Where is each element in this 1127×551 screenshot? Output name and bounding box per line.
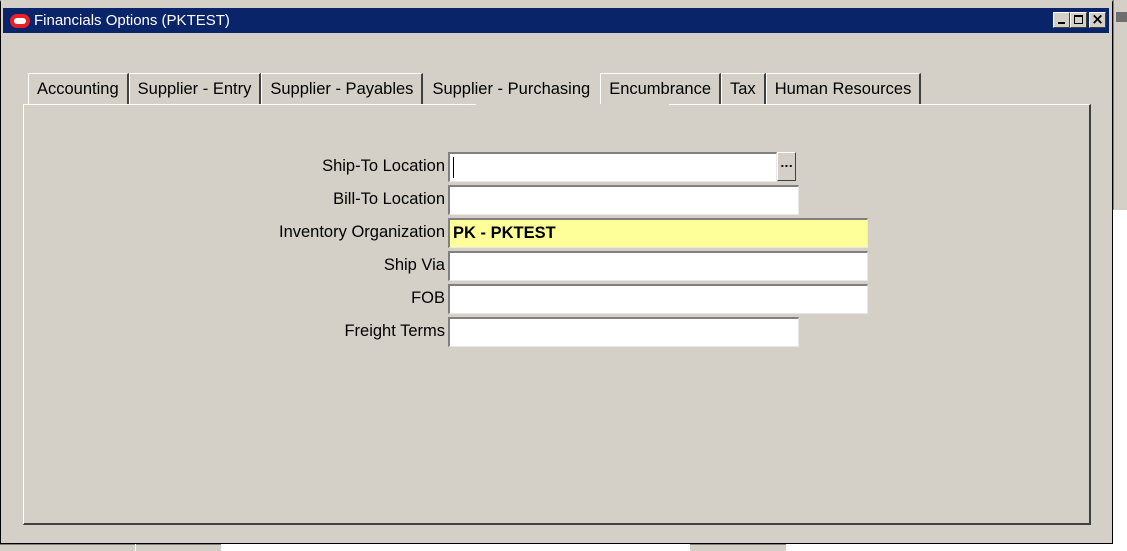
freight-terms-row: Freight Terms [24, 316, 1092, 347]
freight-terms-field[interactable] [448, 317, 799, 347]
tab-strip: Accounting Supplier - Entry Supplier - P… [28, 71, 922, 104]
tab-supplier-purchasing[interactable]: Supplier - Purchasing [423, 71, 601, 104]
ship-to-location-field[interactable] [448, 152, 777, 182]
bill-to-location-row: Bill-To Location [24, 184, 1092, 215]
background-window-edge [1113, 0, 1127, 210]
title-bar[interactable]: Financials Options (PKTEST) × [3, 8, 1109, 33]
inventory-organization-row: Inventory Organization PK - PKTEST [24, 217, 1092, 248]
oracle-icon[interactable] [10, 13, 30, 28]
ship-to-location-lov-button[interactable]: ... [777, 152, 796, 181]
bill-to-location-field[interactable] [448, 185, 799, 215]
ship-to-location-row: Ship-To Location ... [24, 151, 1092, 182]
minimize-icon [1058, 22, 1065, 24]
tab-accounting[interactable]: Accounting [28, 73, 129, 104]
tab-tax[interactable]: Tax [721, 73, 766, 104]
tab-supplier-payables[interactable]: Supplier - Payables [261, 73, 424, 104]
maximize-icon [1074, 15, 1083, 24]
window-controls: × [1053, 10, 1106, 28]
tab-encumbrance[interactable]: Encumbrance [600, 73, 721, 104]
background-window-scroll [1116, 12, 1127, 22]
maximize-button[interactable] [1070, 12, 1087, 28]
tab-human-resources[interactable]: Human Resources [765, 73, 922, 104]
fob-field[interactable] [448, 284, 868, 314]
fob-row: FOB [24, 283, 1092, 314]
bill-to-location-label: Bill-To Location [333, 190, 445, 208]
ship-via-row: Ship Via [24, 250, 1092, 281]
inventory-organization-field[interactable]: PK - PKTEST [448, 218, 868, 248]
financials-options-window: Financials Options (PKTEST) × Accounting… [0, 0, 1113, 544]
close-icon: × [1091, 10, 1104, 28]
text-cursor [453, 157, 454, 178]
freight-terms-label: Freight Terms [344, 322, 445, 340]
close-button[interactable]: × [1089, 10, 1106, 28]
inventory-organization-label: Inventory Organization [278, 223, 445, 241]
ship-to-location-label: Ship-To Location [322, 157, 445, 175]
fob-label: FOB [411, 289, 445, 307]
window-title: Financials Options (PKTEST) [34, 12, 230, 29]
minimize-button[interactable] [1053, 12, 1070, 28]
active-tab-gap [476, 104, 669, 105]
supplier-purchasing-panel: Ship-To Location ... Bill-To Location In… [23, 104, 1091, 525]
background-taskbar [0, 544, 1127, 551]
ship-via-field[interactable] [448, 251, 868, 281]
ship-via-label: Ship Via [383, 256, 445, 274]
tab-supplier-entry[interactable]: Supplier - Entry [128, 73, 262, 104]
